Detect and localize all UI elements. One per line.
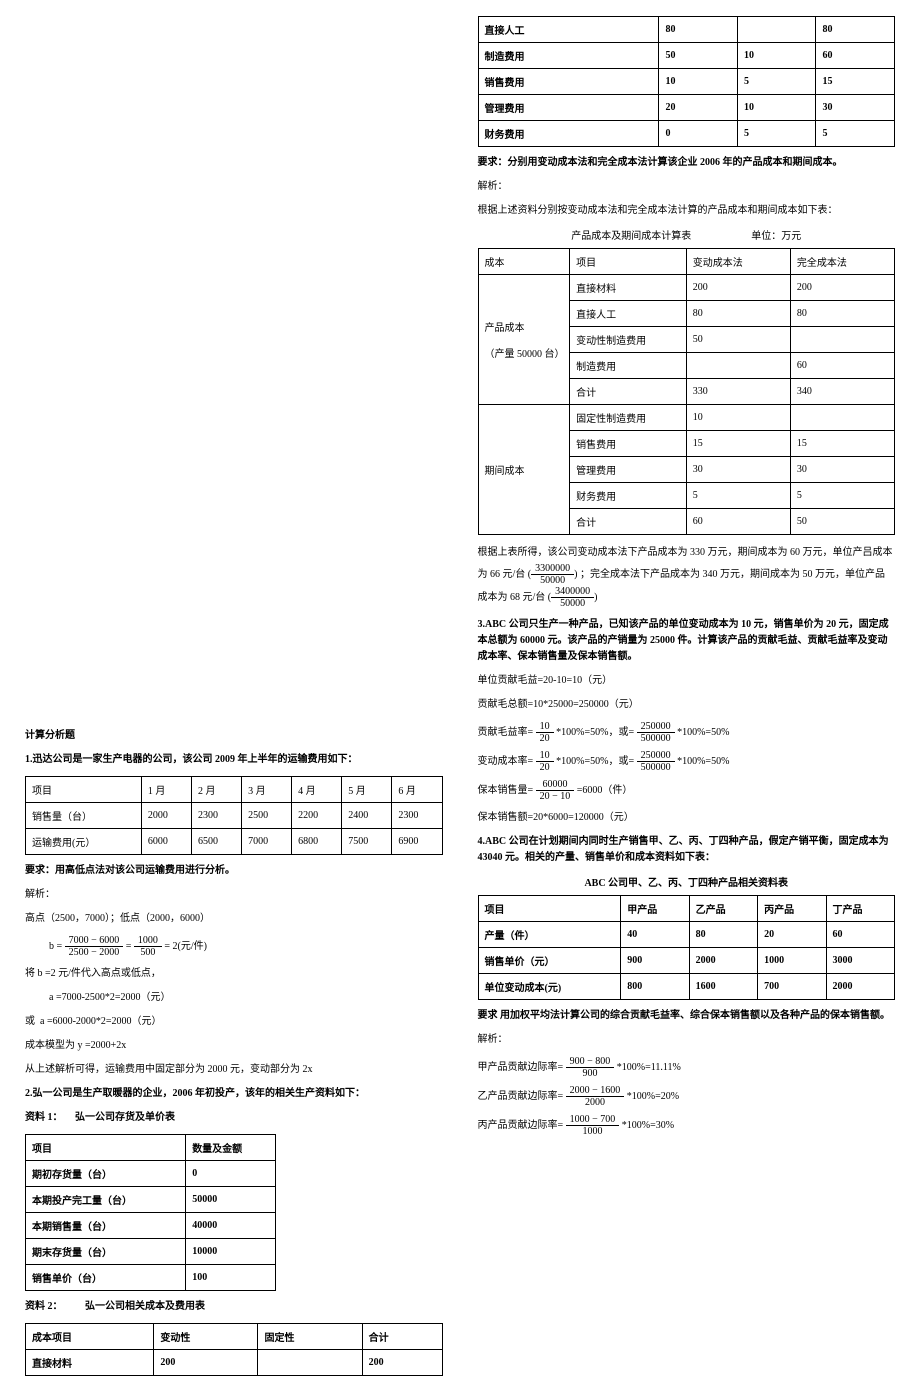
q1-conclusion: 从上述解析可得，运输费用中固定部分为 2000 元，变动部分为 2x [25,1062,443,1078]
q4-stmt: 4.ABC 公司在计划期间内同时生产销售甲、乙、丙、丁四种产品，假定产销平衡，固… [478,834,896,866]
q1-stmt: 1.迅达公司是一家生产电器的公司，该公司 2009 年上半年的运输费用如下： [25,752,443,768]
breakeven-qty: 保本销售量= 6000020 − 10 =6000（件） [478,779,896,802]
section-title: 计算分析题 [25,728,443,744]
table3-caption: 产品成本及期间成本计算表 单位：万元 [478,227,896,242]
q2-table2-cont: 直接人工8080 制造费用501060 销售费用10515 管理费用201030… [478,16,896,147]
a-eq-1: a =7000-2500*2=2000（元） [25,990,443,1006]
right-column: 直接人工8080 制造费用501060 销售费用10515 管理费用201030… [478,10,896,1382]
variable-cost-rate: 变动成本率= 1020 *100%=50%，或= 250000500000 *1… [478,750,896,773]
product-yi-rate: 乙产品贡献边际率= 2000 − 16002000 *100%=20% [478,1085,896,1108]
q2-table1: 项目数量及金额 期初存货量（台）0 本期投产完工量（台）50000 本期销售量（… [25,1134,276,1291]
b-equation: b = 7000 − 60002500 − 2000 = 1000500 = 2… [25,935,443,958]
q2-table2-start: 成本项目 变动性 固定性 合计 直接材料 200 200 [25,1323,443,1376]
q3-stmt: 3.ABC 公司只生产一种产品，已知该产品的单位变动成本为 10 元，销售单价为… [478,617,896,665]
q4-requirement: 要求 用加权平均法计算公司的综合贡献毛益率、综合保本销售额以及各种产品的保本销售… [478,1008,896,1024]
q1-table: 项目 1 月 2 月 3 月 4 月 5 月 6 月 销售量（台） 2000 2… [25,776,443,855]
material-2: 资料 2： 弘一公司相关成本及费用表 [25,1299,443,1315]
solution-label: 解析： [478,1032,896,1048]
q2-requirement: 要求：分别用变动成本法和完全成本法计算该企业 2006 年的产品成本和期间成本。 [478,155,896,171]
left-column: 计算分析题 1.迅达公司是一家生产电器的公司，该公司 2009 年上半年的运输费… [25,10,443,1382]
table-row: 运输费用(元） 6000 6500 7000 6800 7500 6900 [26,829,443,855]
q2-stmt: 2.弘一公司是生产取暖器的企业，2006 年初投产，该年的相关生产资料如下： [25,1086,443,1102]
q2-conclusion: 根据上表所得，该公司变动成本法下产品成本为 330 万元，期间成本为 60 万元… [478,543,896,609]
table-row: 销售量（台） 2000 2300 2500 2200 2400 2300 [26,803,443,829]
solution-label: 解析： [478,179,896,195]
product-jia-rate: 甲产品贡献边际率= 900 − 800900 *100%=11.11% [478,1056,896,1079]
q4-table: 项目 甲产品 乙产品 丙产品 丁产品 产量（件） 40 80 20 60 销售单… [478,895,896,1000]
q1-requirement: 要求：用高低点法对该公司运输费用进行分析。 [25,863,443,879]
gross-margin-rate: 贡献毛益率= 1020 *100%=50%，或= 250000500000 *1… [478,721,896,744]
product-bing-rate: 丙产品贡献边际率= 1000 − 7001000 *100%=30% [478,1114,896,1137]
table-row: 项目 1 月 2 月 3 月 4 月 5 月 6 月 [26,777,443,803]
substitute: 将 b =2 元/件代入高点或低点， [25,966,443,982]
q3-line1: 单位贡献毛益=20-10=10（元） [478,673,896,689]
q2-intro: 根据上述资料分别按变动成本法和完全成本法计算的产品成本和期间成本如下表： [478,203,896,219]
high-low-points: 高点（2500，7000）；低点（2000，6000） [25,911,443,927]
q4-table-caption: ABC 公司甲、乙、丙、丁四种产品相关资料表 [478,874,896,889]
q3-line2: 贡献毛总额=10*25000=250000（元） [478,697,896,713]
cost-model: 成本模型为 y =2000+2x [25,1038,443,1054]
solution-label: 解析： [25,887,443,903]
breakeven-sales: 保本销售额=20*6000=120000（元） [478,810,896,826]
material-1: 资料 1： 弘一公司存货及单价表 [25,1110,443,1126]
cost-calc-table: 成本 项目 变动成本法 完全成本法 产品成本（产量 50000 台） 直接材料2… [478,248,896,535]
